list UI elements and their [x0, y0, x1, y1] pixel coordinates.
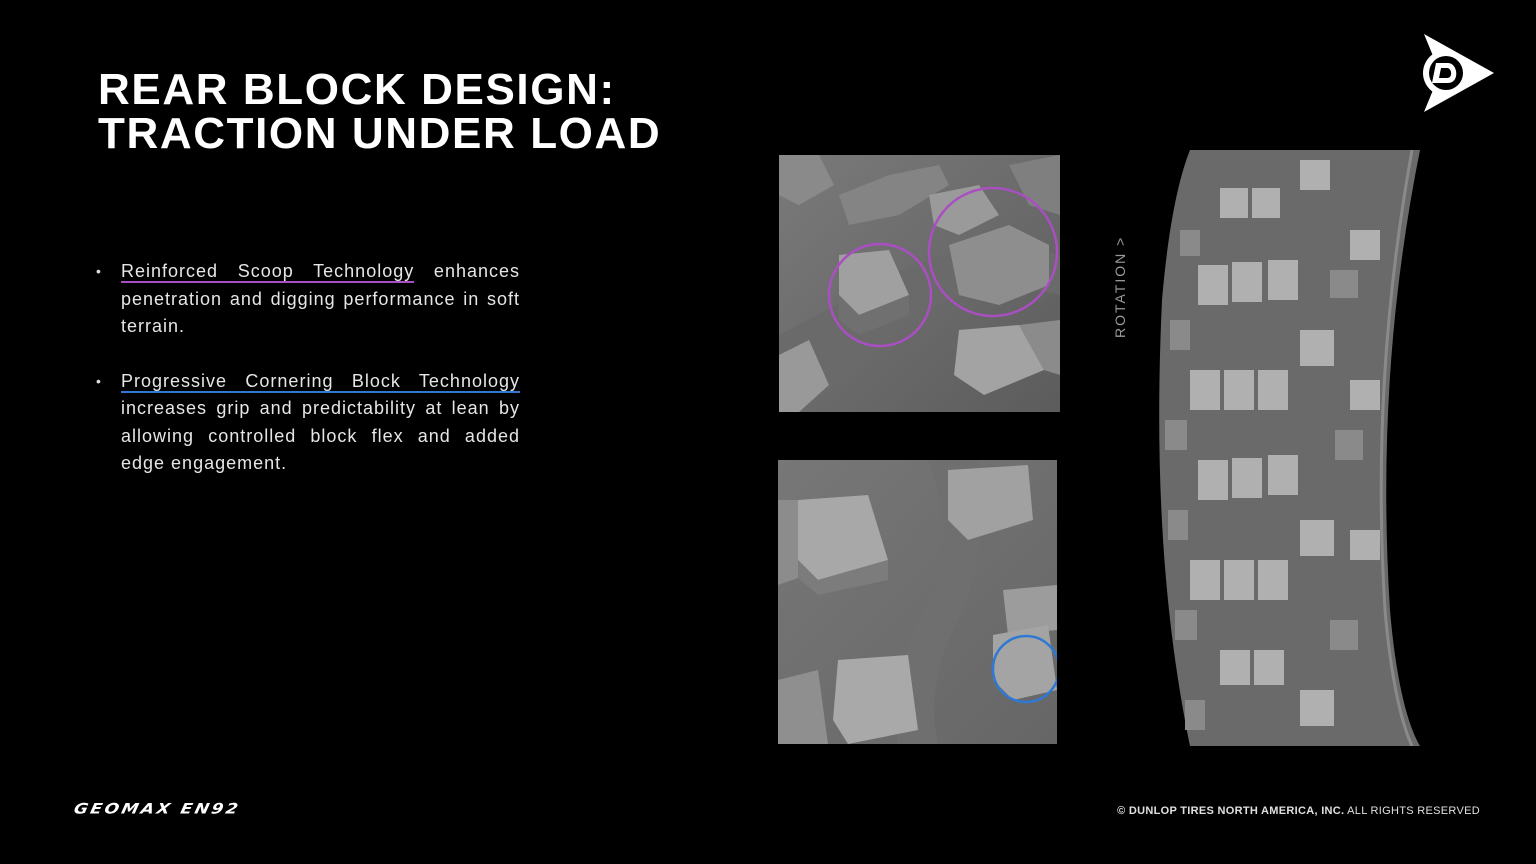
bullet-dot-icon: •: [96, 372, 102, 389]
scoop-closeup-render: [779, 155, 1060, 412]
copyright-rights: ALL RIGHTS RESERVED: [1344, 805, 1480, 817]
dunlop-flying-d-icon: [1418, 30, 1498, 116]
copyright-notice: © DUNLOP TIRES NORTH AMERICA, INC. ALL R…: [1117, 805, 1480, 817]
tire-tread-render: [1159, 150, 1420, 746]
tire-tread-image: [1150, 150, 1425, 746]
feature-item-scoop: • Reinforced Scoop Technology enhances p…: [96, 258, 520, 341]
feature-text-cornering: increases grip and predictability at lea…: [121, 398, 520, 473]
title-line-1: REAR BLOCK DESIGN:: [98, 65, 616, 114]
feature-highlight-scoop: Reinforced Scoop Technology: [121, 261, 415, 283]
product-logo-geomax-en92: GEOMAX EN92: [72, 800, 242, 818]
feature-highlight-cornering: Progressive Cornering Block Technology: [121, 370, 520, 393]
copyright-company: © DUNLOP TIRES NORTH AMERICA, INC.: [1117, 805, 1345, 817]
feature-list: • Reinforced Scoop Technology enhances p…: [96, 258, 520, 505]
title-line-2: TRACTION UNDER LOAD: [98, 109, 662, 158]
rotation-label: ROTATION >: [1112, 235, 1128, 338]
scoop-closeup-image: [779, 155, 1060, 412]
bullet-dot-icon: •: [96, 263, 102, 279]
feature-item-cornering: • Progressive Cornering Block Technology…: [96, 368, 520, 478]
cornering-closeup-image: [778, 460, 1057, 744]
cornering-closeup-render: [778, 460, 1057, 744]
page-title: REAR BLOCK DESIGN: TRACTION UNDER LOAD: [98, 68, 661, 156]
